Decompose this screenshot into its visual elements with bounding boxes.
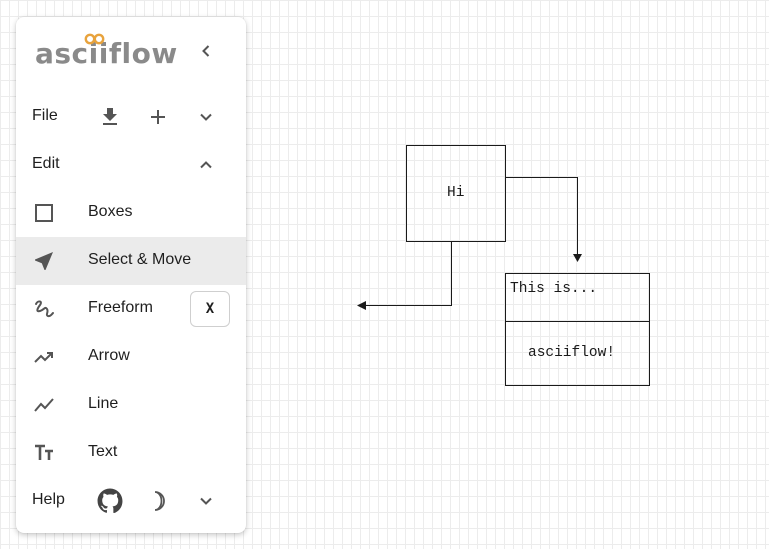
help-label: Help bbox=[32, 491, 65, 508]
tool-freeform-label: Freeform bbox=[88, 299, 153, 316]
tool-freeform[interactable]: Freeform X bbox=[16, 285, 246, 333]
box-hi-text: Hi bbox=[447, 185, 465, 201]
sidebar-panel: asciiflow File Edit Boxes Select & Move … bbox=[16, 17, 246, 533]
moon-icon bbox=[154, 491, 165, 511]
download-button[interactable] bbox=[96, 103, 124, 131]
file-expand-button[interactable] bbox=[192, 103, 220, 131]
edit-collapse-button[interactable] bbox=[192, 151, 220, 179]
help-expand-button[interactable] bbox=[192, 487, 220, 515]
tool-arrow-label: Arrow bbox=[88, 347, 130, 364]
tool-select-move[interactable]: Select & Move bbox=[16, 237, 246, 285]
file-section-row[interactable]: File bbox=[16, 93, 246, 141]
help-section-row[interactable]: Help bbox=[16, 477, 246, 525]
box-asciiflow-body-text: asciiflow! bbox=[528, 345, 616, 361]
chevron-down-icon bbox=[200, 113, 212, 121]
text-icon bbox=[32, 441, 56, 465]
freeform-icon bbox=[32, 297, 56, 321]
plus-icon bbox=[151, 110, 165, 124]
github-button[interactable] bbox=[96, 487, 124, 515]
tool-line[interactable]: Line bbox=[16, 381, 246, 429]
tool-arrow[interactable]: Arrow bbox=[16, 333, 246, 381]
tool-text[interactable]: Text bbox=[16, 429, 246, 477]
github-icon bbox=[97, 488, 123, 514]
line-icon bbox=[32, 393, 56, 417]
edit-label: Edit bbox=[32, 155, 60, 172]
connector-right-arrowhead bbox=[573, 254, 582, 262]
connector-right bbox=[505, 177, 578, 255]
collapse-sidebar-button[interactable] bbox=[192, 37, 220, 65]
logo-row: asciiflow bbox=[16, 17, 246, 85]
edit-section-row[interactable]: Edit bbox=[16, 141, 246, 189]
download-icon bbox=[103, 108, 117, 125]
arrow-icon bbox=[32, 345, 56, 369]
connector-left-arrowhead bbox=[357, 301, 366, 310]
connector-left bbox=[365, 241, 452, 306]
tool-text-label: Text bbox=[88, 443, 118, 460]
chevron-up-icon bbox=[200, 161, 212, 169]
new-file-button[interactable] bbox=[144, 103, 172, 131]
tool-boxes[interactable]: Boxes bbox=[16, 189, 246, 237]
box-icon bbox=[32, 201, 56, 225]
tool-line-label: Line bbox=[88, 395, 119, 412]
select-move-icon bbox=[32, 249, 56, 273]
tool-boxes-label: Boxes bbox=[88, 203, 133, 220]
tool-select-move-label: Select & Move bbox=[88, 251, 192, 268]
theme-toggle-button[interactable] bbox=[144, 487, 172, 515]
box-asciiflow-header-text: This is... bbox=[510, 281, 598, 297]
chevron-left-icon bbox=[202, 45, 210, 57]
logo-loops-icon bbox=[84, 33, 105, 45]
freeform-shortcut-badge[interactable]: X bbox=[190, 291, 230, 327]
chevron-down-icon bbox=[200, 497, 212, 505]
file-label: File bbox=[32, 107, 58, 124]
